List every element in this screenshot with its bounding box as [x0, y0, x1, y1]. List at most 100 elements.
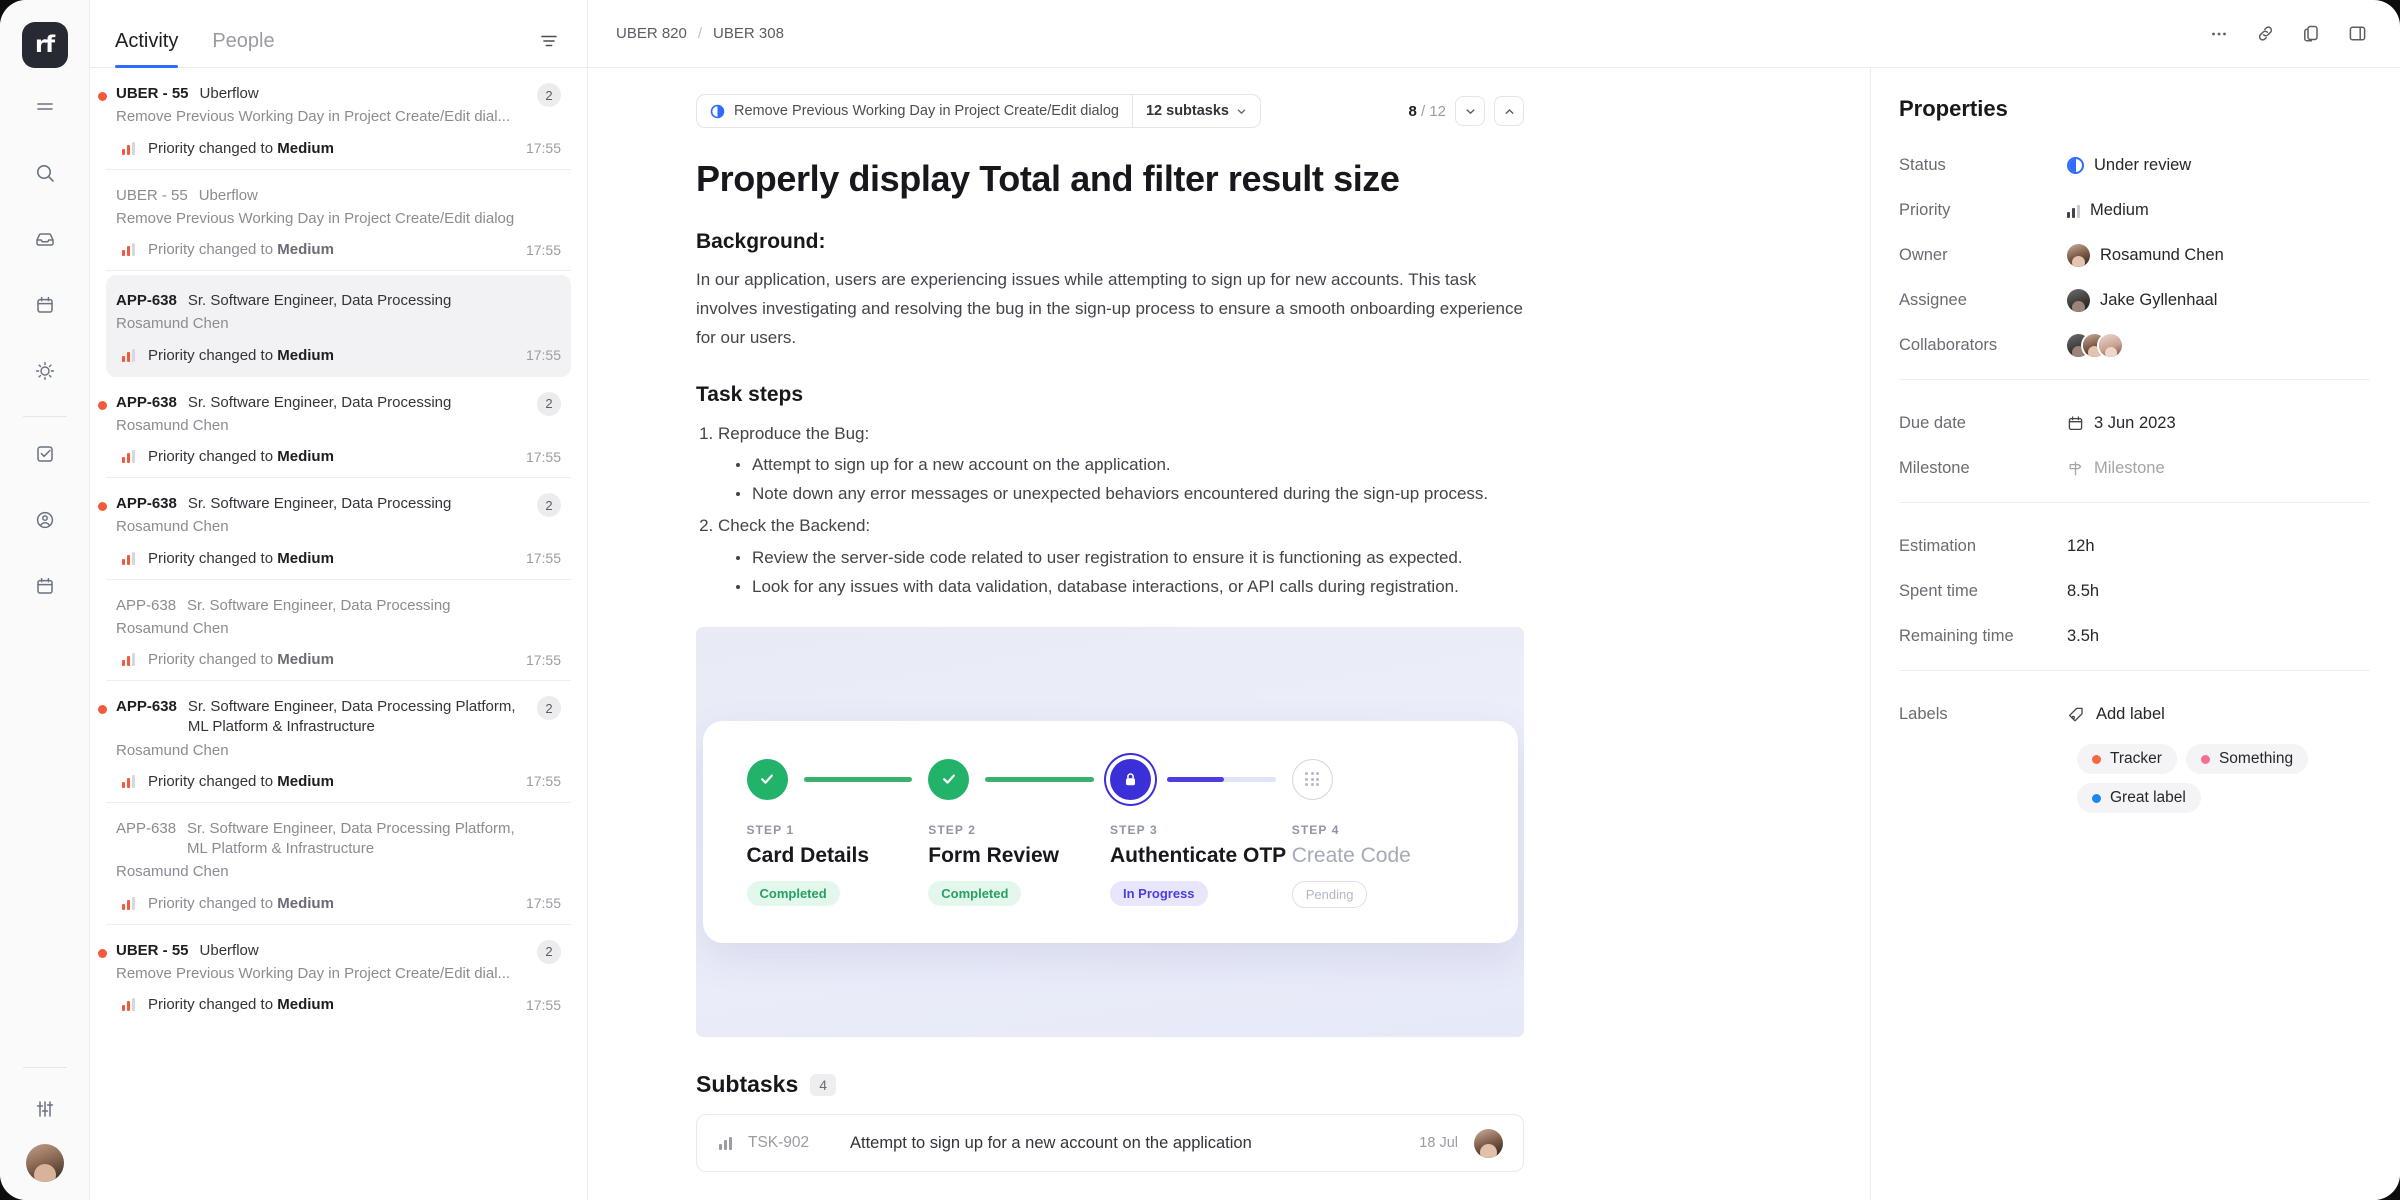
copy-icon[interactable]: [2296, 19, 2326, 49]
sliders-icon[interactable]: [22, 1086, 68, 1132]
subtask-row[interactable]: TSK-902 Attempt to sign up for a new acco…: [697, 1115, 1523, 1171]
property-value-due-date[interactable]: 3 Jun 2023: [2067, 414, 2176, 433]
activity-item-row: APP-638Sr. Software Engineer, Data Proce…: [116, 291, 561, 311]
activity-list-item[interactable]: APP-638Sr. Software Engineer, Data Proce…: [106, 478, 571, 580]
task-step-bullet: Note down any error messages or unexpect…: [736, 479, 1524, 508]
priority-icon: [2067, 204, 2080, 218]
property-value-collaborators[interactable]: [2067, 334, 2122, 357]
activity-list-item[interactable]: UBER - 55UberflowRemove Previous Working…: [106, 925, 571, 1026]
task-step: Check the Backend:Review the server-side…: [718, 511, 1524, 601]
property-value-remaining-time[interactable]: 3.5h: [2067, 627, 2099, 646]
property-value-milestone[interactable]: Milestone: [2067, 459, 2165, 478]
activity-item-key: APP-638: [116, 597, 176, 614]
property-label-milestone: Milestone: [1899, 459, 2067, 478]
task-step-bullet: Review the server-side code related to u…: [736, 543, 1524, 572]
stepper-step-name: Form Review: [928, 844, 1110, 868]
app-logo-text: rf: [35, 32, 54, 58]
property-value-owner[interactable]: Rosamund Chen: [2067, 244, 2224, 267]
breadcrumb-item-0[interactable]: UBER 820: [616, 25, 687, 42]
subtask-key: TSK-902: [748, 1134, 834, 1152]
activity-list-item[interactable]: APP-638Sr. Software Engineer, Data Proce…: [106, 580, 571, 682]
pager-current: 8: [1408, 103, 1416, 120]
priority-icon: [122, 775, 135, 788]
property-row-status[interactable]: Status Under review: [1899, 148, 2370, 183]
stepper-node-row: [928, 755, 1110, 803]
property-row-milestone[interactable]: Milestone Milestone: [1899, 451, 2370, 486]
add-label-button[interactable]: Add label: [2067, 705, 2165, 724]
tab-people[interactable]: People: [212, 30, 274, 67]
tab-activity[interactable]: Activity: [115, 30, 178, 67]
property-value-status[interactable]: Under review: [2067, 156, 2191, 175]
property-row-assignee[interactable]: Assignee Jake Gyllenhaal: [1899, 283, 2370, 318]
activity-item-key: UBER - 55: [116, 85, 189, 102]
document-strip: Remove Previous Working Day in Project C…: [696, 94, 1524, 128]
filter-icon[interactable]: [535, 27, 563, 55]
search-icon[interactable]: [22, 150, 68, 196]
parent-task-chip[interactable]: Remove Previous Working Day in Project C…: [697, 95, 1132, 127]
property-row-due-date[interactable]: Due date 3 Jun 2023: [1899, 406, 2370, 441]
background-heading: Background:: [696, 230, 1524, 254]
property-value-spent-time[interactable]: 8.5h: [2067, 582, 2099, 601]
activity-list-item[interactable]: APP-638Sr. Software Engineer, Data Proce…: [106, 377, 571, 479]
calendar-alt-icon[interactable]: [22, 563, 68, 609]
pager-prev-button[interactable]: [1494, 96, 1524, 126]
stepper-figure: STEP 1Card DetailsCompletedSTEP 2Form Re…: [696, 627, 1524, 1037]
breadcrumb-item-1[interactable]: UBER 308: [713, 25, 784, 42]
calendar-icon: [2067, 415, 2084, 432]
unread-dot: [98, 401, 107, 410]
property-row-priority[interactable]: Priority Medium: [1899, 193, 2370, 228]
label-chip[interactable]: Something: [2186, 744, 2308, 774]
stepper-connector: [804, 777, 913, 782]
menu-icon[interactable]: [22, 84, 68, 130]
label-chip[interactable]: Great label: [2077, 783, 2201, 813]
activity-event: Priority changed to Medium17:55: [116, 140, 561, 157]
property-row-remaining-time[interactable]: Remaining time 3.5h: [1899, 619, 2370, 654]
stepper-step-name: Create Code: [1292, 844, 1474, 868]
property-row-owner[interactable]: Owner Rosamund Chen: [1899, 238, 2370, 273]
priority-icon: [122, 243, 135, 256]
property-row-estimation[interactable]: Estimation 12h: [1899, 529, 2370, 564]
label-chip[interactable]: Tracker: [2077, 744, 2177, 774]
activity-list-item[interactable]: APP-638Sr. Software Engineer, Data Proce…: [106, 803, 571, 925]
sun-icon[interactable]: [22, 348, 68, 394]
half-circle-icon: [710, 104, 725, 119]
pager-next-button[interactable]: [1455, 96, 1485, 126]
priority-icon: [122, 897, 135, 910]
stepper-step-name: Card Details: [747, 844, 929, 868]
subtasks-dropdown[interactable]: 12 subtasks: [1133, 95, 1260, 127]
tasks-check-icon[interactable]: [22, 431, 68, 477]
more-options-icon[interactable]: [2204, 19, 2234, 49]
activity-event-text: Priority changed to Medium: [148, 550, 513, 567]
activity-event-text: Priority changed to Medium: [148, 347, 513, 364]
panel-toggle-icon[interactable]: [2342, 19, 2372, 49]
background-text: In our application, users are experienci…: [696, 265, 1524, 353]
activity-event-time: 17:55: [526, 242, 561, 258]
app-logo[interactable]: rf: [22, 22, 68, 68]
property-row-spent-time[interactable]: Spent time 8.5h: [1899, 574, 2370, 609]
property-value-assignee[interactable]: Jake Gyllenhaal: [2067, 289, 2217, 312]
activity-list-item[interactable]: APP-638Sr. Software Engineer, Data Proce…: [106, 681, 571, 803]
user-avatar[interactable]: [26, 1144, 64, 1182]
inbox-icon[interactable]: [22, 216, 68, 262]
activity-list[interactable]: UBER - 55UberflowRemove Previous Working…: [90, 68, 587, 1200]
calendar-icon[interactable]: [22, 282, 68, 328]
app-window: rf: [0, 0, 2400, 1200]
unread-dot: [98, 949, 107, 958]
task-document: Remove Previous Working Day in Project C…: [588, 68, 1870, 1200]
activity-list-item[interactable]: APP-638Sr. Software Engineer, Data Proce…: [106, 275, 571, 377]
link-icon[interactable]: [2250, 19, 2280, 49]
subtask-name: Attempt to sign up for a new account on …: [850, 1134, 1403, 1153]
activity-event-text: Priority changed to Medium: [148, 773, 513, 790]
property-value-estimation[interactable]: 12h: [2067, 537, 2095, 556]
keypad-icon: [1292, 759, 1333, 800]
property-row-collaborators[interactable]: Collaborators: [1899, 328, 2370, 363]
activity-item-badge: 2: [537, 392, 561, 416]
activity-event: Priority changed to Medium17:55: [116, 651, 561, 668]
stepper-node-row: [1292, 755, 1474, 803]
activity-list-item[interactable]: UBER - 55UberflowRemove Previous Working…: [106, 68, 571, 170]
property-value-priority[interactable]: Medium: [2067, 201, 2149, 220]
activity-list-item[interactable]: UBER - 55UberflowRemove Previous Working…: [106, 170, 571, 272]
document-inner: Remove Previous Working Day in Project C…: [588, 68, 1588, 1172]
activity-event-time: 17:55: [526, 140, 561, 156]
person-circle-icon[interactable]: [22, 497, 68, 543]
